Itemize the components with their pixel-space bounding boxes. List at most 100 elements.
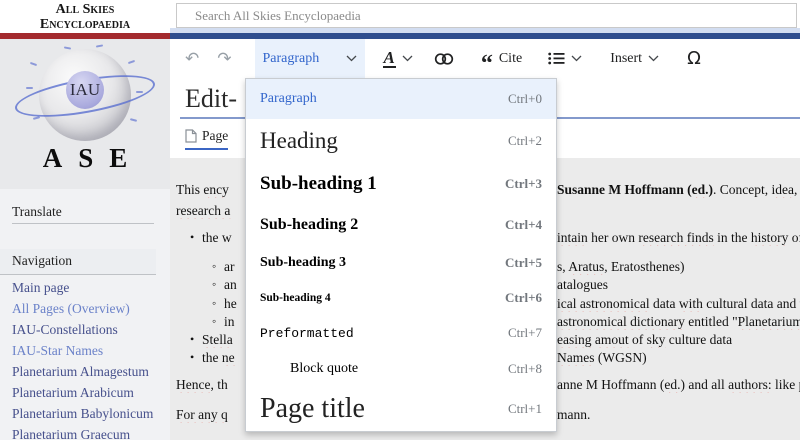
misspelled-text: research a — [176, 203, 230, 218]
link-button[interactable] — [423, 39, 465, 78]
menu-item-sub2[interactable]: Sub-heading 2Ctrl+4 — [246, 205, 556, 244]
text-segment: Susanne M Hoffmann ( — [557, 182, 692, 197]
star-mark-icon — [30, 62, 37, 66]
misspelled-text: For any q — [176, 407, 228, 422]
line-left-fragment: Hence, th — [176, 377, 245, 393]
line-right-fragment: Names (WGSN) — [557, 350, 800, 366]
misspelled-text: research finds — [638, 230, 713, 245]
undo-icon: ↶ — [185, 49, 199, 69]
list-structure-button[interactable] — [540, 39, 590, 78]
line-right-fragment: atalogues — [557, 277, 800, 293]
star-mark-icon — [136, 91, 143, 93]
menu-item-shortcut: Ctrl+8 — [508, 361, 542, 377]
menu-item-pre[interactable]: PreformattedCtrl+7 — [246, 315, 556, 351]
text-segment: ) and all — [680, 377, 728, 392]
text-segment: , th — [210, 377, 227, 392]
sidebar-link-all-pages-overview-[interactable]: All Pages (Overview) — [0, 298, 156, 319]
ase-caption: ASE — [0, 143, 170, 174]
menu-item-shortcut: Ctrl+1 — [508, 401, 542, 417]
misspelled-text: ed. — [692, 182, 709, 197]
menu-item-label: Sub-heading 4 — [260, 292, 331, 304]
menu-item-label: Page title — [260, 393, 365, 425]
menu-item-sub4[interactable]: Sub-heading 4 Ctrl+6 — [246, 281, 556, 315]
text-segment: atalogues — [557, 277, 608, 292]
sidebar-link-main-page[interactable]: Main page — [0, 277, 156, 298]
menu-item-label: Block quote — [260, 361, 358, 377]
sidebar-link-planetarium-almagestum[interactable]: Planetarium Almagestum — [0, 361, 156, 382]
menu-item-sub1[interactable]: Sub-heading 1Ctrl+3 — [246, 163, 556, 205]
bullet-list-icon — [548, 52, 565, 65]
menu-item-shortcut: Ctrl+3 — [505, 176, 542, 192]
sidebar-link-iau-constellations[interactable]: IAU-Constellations — [0, 319, 156, 340]
chevron-down-icon — [571, 55, 582, 62]
menu-item-blockquote[interactable]: Block quote Ctrl+8 — [246, 351, 556, 387]
text-segment: , Eratosthenes) — [604, 259, 684, 274]
line-left-fragment: For any q — [176, 407, 245, 423]
line-left-fragment: Stella — [202, 332, 245, 348]
app-window: All Skies Encyclopaedia IAU ASE Translat… — [0, 0, 800, 440]
line-left-fragment: the w — [202, 230, 245, 246]
line-left-fragment: he — [224, 296, 245, 312]
misspelled-text: astronomical dictionary — [557, 314, 685, 329]
redo-button[interactable]: ↷ — [208, 39, 240, 78]
list-bullet: • — [190, 230, 194, 245]
menu-item-label: Sub-heading 3 — [260, 255, 346, 271]
menu-item-paragraph[interactable]: Paragraph Ctrl+0 — [246, 79, 556, 119]
paragraph-format-dropdown-button[interactable]: Paragraph — [255, 39, 365, 78]
text-segment: , — [794, 182, 800, 197]
menu-item-label: Paragraph — [260, 91, 317, 107]
misspelled-text: history — [751, 230, 789, 245]
line-right-fragment: anne M Hoffmann (ed.) and all authors: l… — [557, 377, 800, 393]
text-style-button[interactable]: A — [379, 39, 417, 78]
tab-page[interactable]: Page — [185, 128, 228, 150]
sidebar: IAU ASE Translate Navigation Main pageAl… — [0, 39, 170, 440]
quote-icon: “ — [481, 60, 493, 70]
text-segment: like — [772, 377, 799, 392]
sidebar-link-planetarium-babylonicum[interactable]: Planetarium Babylonicum — [0, 403, 156, 424]
chevron-down-icon — [346, 55, 357, 62]
sidebar-link-iau-star-names[interactable]: IAU-Star Names — [0, 340, 156, 361]
misspelled-text: with — [679, 296, 703, 311]
translate-label: Translate — [12, 204, 62, 220]
text-segment: he — [224, 296, 237, 311]
misspelled-text: easing — [557, 332, 592, 347]
special-character-button[interactable]: Ω — [679, 39, 709, 78]
menu-item-pagetitle[interactable]: Page title Ctrl+1 — [246, 387, 556, 431]
line-right-fragment: astronomical dictionary entitled "Planet… — [557, 314, 800, 330]
line-right-fragment: Susanne M Hoffmann (ed.). Concept, idea,… — [557, 182, 800, 198]
ase-logo[interactable]: IAU ASE — [0, 39, 170, 189]
misspelled-text: intain — [557, 230, 588, 245]
menu-item-label: Heading — [260, 128, 338, 154]
line-right-fragment: s, Aratus, Eratosthenes) — [557, 259, 800, 275]
line-left-fragment: in — [224, 314, 245, 330]
text-segment: of — [629, 332, 647, 347]
text-segment: an — [224, 277, 237, 292]
insert-menu-button[interactable]: Insert — [602, 39, 667, 78]
text-segment: in — [224, 314, 235, 329]
list-bullet: ◦ — [212, 277, 216, 292]
misspelled-text: Names — [557, 350, 595, 365]
site-wordmark[interactable]: All Skies Encyclopaedia — [0, 0, 170, 33]
cite-button[interactable]: “ Cite — [473, 39, 530, 78]
list-bullet: • — [190, 332, 194, 347]
redo-icon: ↷ — [217, 49, 231, 69]
menu-item-shortcut: Ctrl+6 — [505, 290, 542, 306]
sidebar-link-planetarium-arabicum[interactable]: Planetarium Arabicum — [0, 382, 156, 403]
menu-item-shortcut: Ctrl+0 — [508, 91, 542, 107]
menu-item-sub3[interactable]: Sub-heading 3Ctrl+5 — [246, 244, 556, 281]
list-bullet: ◦ — [212, 259, 216, 274]
undo-button[interactable]: ↶ — [176, 39, 208, 78]
menu-item-heading[interactable]: HeadingCtrl+2 — [246, 119, 556, 163]
text-segment: the w — [202, 230, 232, 245]
navigation-header: Navigation — [0, 249, 156, 275]
text-segment: of — [788, 230, 800, 245]
misspelled-text: sky — [647, 332, 666, 347]
text-segment: anne M Hoffmann ( — [557, 377, 664, 392]
iau-badge: IAU — [66, 71, 104, 109]
translate-divider — [12, 223, 154, 224]
search-input[interactable] — [176, 3, 797, 28]
star-mark-icon — [26, 87, 33, 89]
sidebar-link-planetarium-graecum[interactable]: Planetarium Graecum — [0, 424, 156, 440]
misspelled-text: ency — [203, 182, 228, 197]
text-segment: mann. — [557, 407, 590, 422]
